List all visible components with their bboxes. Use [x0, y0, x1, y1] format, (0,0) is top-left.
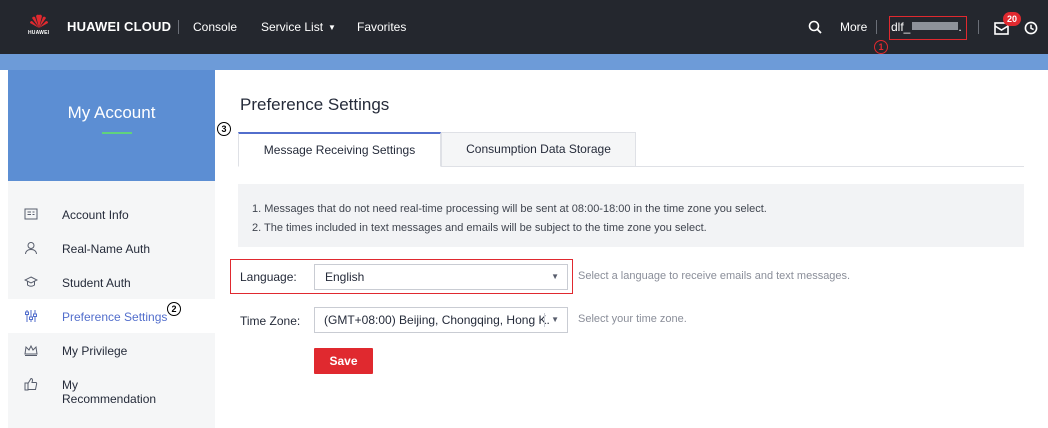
sidebar-item-account-info[interactable]: Account Info [8, 197, 215, 231]
chevron-down-icon: ▼ [551, 272, 559, 281]
language-label: Language: [240, 270, 297, 284]
timezone-value: (GMT+08:00) Beijing, Chongqing, Hong K..… [324, 313, 557, 327]
timezone-label: Time Zone: [240, 314, 301, 328]
notice-line-1: 1. Messages that do not need real-time p… [252, 203, 767, 215]
logo-text: HUAWEI [28, 30, 50, 36]
nav-service-list-label: Service List [261, 20, 324, 34]
sidebar-item-student-auth[interactable]: Student Auth [8, 265, 215, 299]
save-button[interactable]: Save [314, 348, 373, 374]
sidebar-item-label: My Privilege [62, 344, 128, 358]
sidebar-item-label: Student Auth [62, 276, 131, 290]
more-menu[interactable]: More [840, 20, 867, 34]
divider [178, 20, 179, 34]
sidebar-menu: Account Info Real-Name Auth Student Auth… [8, 181, 215, 428]
callout-marker-2: 2 [167, 302, 181, 316]
nav-favorites[interactable]: Favorites [357, 20, 406, 34]
divider [978, 20, 979, 34]
tab-consumption-data-storage[interactable]: Consumption Data Storage [441, 132, 636, 167]
id-card-icon [24, 208, 38, 220]
sidebar-item-label: Real-Name Auth [62, 242, 151, 256]
sidebar-item-label: Preference Settings [62, 310, 168, 324]
timezone-hint: Select your time zone. [578, 313, 687, 325]
top-navigation-bar: HUAWEI HUAWEI CLOUD Console Service List… [0, 0, 1048, 54]
callout-marker-3: 3 [217, 122, 231, 136]
thumbs-up-icon [24, 377, 38, 391]
sidebar-item-my-privilege[interactable]: My Privilege [8, 333, 215, 367]
divider [876, 20, 877, 34]
sidebar-title-underline [102, 132, 132, 134]
language-hint: Select a language to receive emails and … [578, 270, 851, 282]
search-icon[interactable] [808, 20, 822, 34]
user-icon [25, 242, 37, 255]
sidebar-item-real-name-auth[interactable]: Real-Name Auth [8, 231, 215, 265]
notification-badge: 20 [1003, 12, 1021, 26]
notice-line-2: 2. The times included in text messages a… [252, 222, 707, 234]
language-select[interactable]: English ▼ [314, 264, 568, 290]
graduation-cap-icon [24, 276, 38, 287]
sidebar-item-label: My Recommendation [62, 378, 157, 406]
chevron-down-icon: ▼ [328, 23, 336, 32]
nav-service-list[interactable]: Service List ▼ [261, 20, 336, 34]
annotation-box-username [889, 16, 967, 40]
nav-console[interactable]: Console [193, 20, 237, 34]
language-value: English [325, 270, 365, 284]
sliders-icon [25, 310, 37, 322]
brand-name[interactable]: HUAWEI CLOUD [67, 19, 171, 34]
clock-icon[interactable] [1024, 21, 1038, 35]
huawei-petals-icon [30, 14, 48, 28]
header-banner [0, 54, 1048, 70]
info-notice: 1. Messages that do not need real-time p… [238, 184, 1024, 247]
page-title: Preference Settings [240, 95, 390, 114]
sidebar-header: My Account [8, 70, 215, 181]
sidebar-item-label: Account Info [62, 208, 129, 222]
sidebar-title: My Account [67, 103, 156, 122]
callout-marker-1: 1 [874, 40, 888, 54]
select-divider [544, 313, 545, 327]
tab-message-receiving-settings[interactable]: Message Receiving Settings [238, 132, 441, 167]
sidebar-item-my-recommendation[interactable]: My Recommendation [8, 367, 215, 411]
crown-icon [24, 344, 38, 356]
timezone-select[interactable]: (GMT+08:00) Beijing, Chongqing, Hong K..… [314, 307, 568, 333]
chevron-down-icon: ▼ [549, 308, 559, 332]
sidebar-item-preference-settings[interactable]: Preference Settings [8, 299, 215, 333]
huawei-logo[interactable]: HUAWEI [28, 14, 50, 40]
